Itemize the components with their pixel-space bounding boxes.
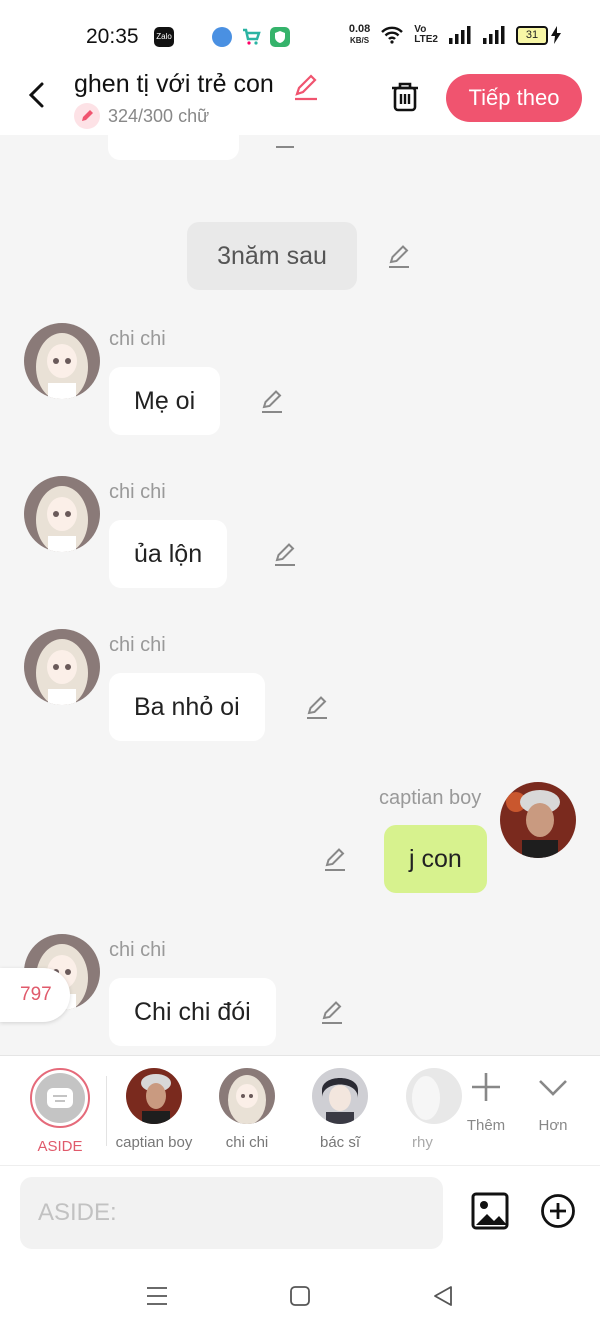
edit-icon[interactable] [259,388,285,414]
blue-app-icon [212,27,232,47]
add-circle-icon[interactable] [540,1193,576,1229]
narration-bubble[interactable]: 3năm sau [187,222,357,290]
character-captian-boy[interactable]: captian boy [104,1068,204,1151]
character-aside[interactable]: ASIDE [10,1068,110,1155]
edit-title-icon[interactable] [291,72,321,102]
edit-icon[interactable] [319,999,345,1025]
edit-icon[interactable] [272,135,298,151]
back-triangle-icon[interactable] [432,1285,454,1307]
avatar-captian-boy[interactable] [500,782,576,858]
avatar-captian-boy [126,1068,182,1124]
status-right-cluster: 0.08 KB/S Vo LTE2 31 [349,24,562,46]
character-label: captian boy [115,1134,193,1151]
next-button[interactable]: Tiếp theo [446,74,582,122]
zalo-icon: Zalo [154,27,174,47]
message-bubble[interactable]: Ba nhỏ oi [109,673,265,741]
top-app-bar: ghen tị với trẻ con 324/300 chữ Tiếp the… [0,70,600,135]
message-bubble[interactable]: ủa lộn [109,520,228,588]
back-arrow-icon[interactable] [22,80,52,110]
network-speed-value: 0.08 [348,23,371,35]
menu-icon[interactable] [146,1285,168,1307]
avatar-chi-chi [219,1068,275,1124]
sender-name: chi chi [109,328,166,350]
network-speed: 0.08 KB/S [349,24,370,46]
chevron-down-icon [539,1080,567,1096]
more-label: Hơn [538,1117,568,1134]
message-icon [47,1088,73,1108]
character-selector: ASIDE captian boy chi chi bác sĩ rhy Thê… [0,1055,600,1166]
volte-indicator: Vo LTE2 [414,25,438,45]
charging-icon [551,26,561,44]
count-badge[interactable]: 797 [0,968,70,1022]
status-bar: 20:35 Zalo 0.08 KB/S Vo LTE2 31 [0,0,600,70]
shopping-cart-icon [241,27,261,47]
avatar-chi-chi[interactable] [24,629,100,705]
add-label: Thêm [466,1117,506,1134]
composer [0,1165,600,1266]
message-input[interactable] [20,1177,443,1249]
edit-icon[interactable] [272,541,298,567]
aside-avatar [30,1068,90,1128]
edit-icon[interactable] [322,846,348,872]
message-bubble-partial[interactable]: // ——// [108,135,239,160]
more-button[interactable]: Hơn [518,1070,588,1134]
story-title: ghen tị với trẻ con [74,70,274,98]
trash-icon[interactable] [388,80,422,114]
character-chi-chi[interactable]: chi chi [197,1068,297,1151]
message-bubble[interactable]: j con [384,825,487,893]
sender-name: captian boy [379,787,482,809]
message-bubble[interactable]: Mẹ oi [109,367,221,435]
word-count: 324/300 chữ [74,103,209,129]
character-label: ASIDE [37,1138,83,1155]
character-label: chi chi [225,1134,269,1151]
system-nav-bar [0,1265,600,1333]
plus-icon [472,1073,500,1101]
character-label: rhy [412,1134,433,1151]
sender-name: chi chi [109,634,166,656]
signal-icon-1 [449,26,471,44]
signal-icon-2 [483,26,505,44]
avatar-chi-chi[interactable] [24,323,100,399]
message-bubble[interactable]: Chi chi đói [109,978,276,1046]
chat-area[interactable]: // ——// 3năm sau chi chi Mẹ oi chi chi ủ… [0,135,600,1055]
sender-name: chi chi [109,939,166,961]
pencil-icon [74,103,100,129]
wifi-icon [381,26,404,44]
avatar-chi-chi[interactable] [24,476,100,552]
home-icon[interactable] [289,1285,311,1307]
add-character-button[interactable]: Thêm [451,1070,521,1134]
volte-bottom: LTE2 [414,34,438,45]
network-speed-unit: KB/S [350,36,370,45]
word-count-text: 324/300 chữ [108,105,210,126]
battery-icon: 31 [516,25,548,45]
edit-icon[interactable] [386,243,412,269]
image-icon[interactable] [470,1191,510,1231]
edit-icon[interactable] [304,694,330,720]
status-time: 20:35 [86,25,139,48]
avatar-bac-si [312,1068,368,1124]
shield-app-icon [270,27,290,47]
sender-name: chi chi [109,481,166,503]
